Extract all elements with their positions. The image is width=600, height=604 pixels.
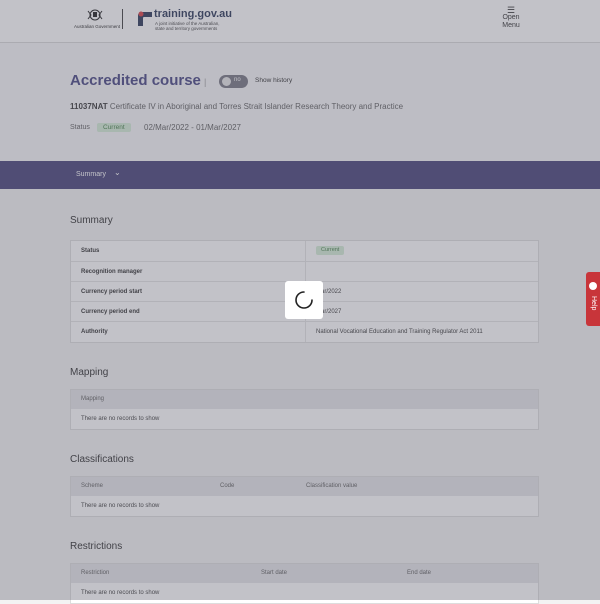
spinner-icon (295, 291, 313, 309)
loading-spinner-box (285, 281, 323, 319)
help-icon (589, 282, 597, 290)
help-button[interactable]: Help (586, 272, 600, 326)
help-label: Help (590, 296, 597, 311)
